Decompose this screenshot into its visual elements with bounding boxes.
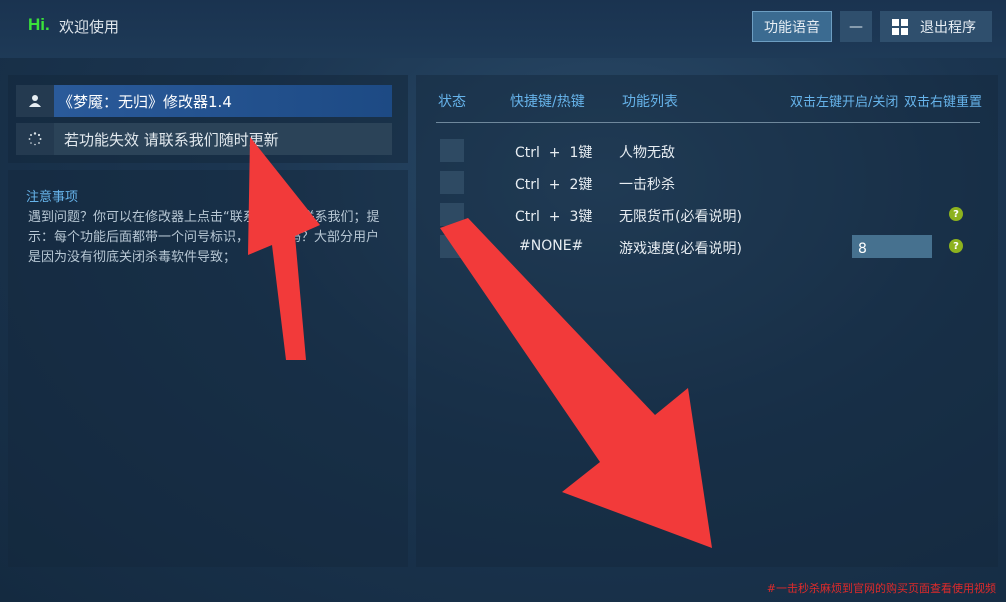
minimize-button[interactable]: —	[840, 11, 872, 42]
welcome-text: 欢迎使用	[59, 18, 120, 36]
exit-button[interactable]: 退出程序	[880, 11, 992, 42]
notes-body: 遇到问题？你可以在修改器上点击“联系客服”来联系我们；提示：每个功能后面都带一个…	[28, 210, 380, 265]
status-column-header: 状态	[438, 94, 466, 110]
notes-title: 注意事项	[26, 190, 79, 205]
hotkey-label: Ctrl + 2键	[515, 177, 593, 193]
hotkey-label: Ctrl + 3键	[515, 209, 593, 225]
toggle-hint: 双击左键开启/关闭	[790, 95, 899, 110]
user-icon	[16, 85, 54, 117]
hotkey-column-header: 快捷键/热键	[510, 94, 585, 110]
exit-button-label: 退出程序	[920, 19, 976, 36]
app-logo: Hi.	[28, 15, 50, 34]
help-icon[interactable]: ?	[949, 239, 963, 253]
feature-label[interactable]: 无限货币(必看说明)	[619, 206, 742, 226]
help-icon[interactable]: ?	[949, 207, 963, 221]
status-toggle[interactable]	[440, 203, 464, 226]
loading-icon	[16, 123, 54, 155]
update-info-item[interactable]: 若功能失效 请联系我们随时更新	[16, 123, 392, 155]
status-toggle[interactable]	[440, 139, 464, 162]
hotkey-label: #NONE#	[519, 238, 584, 254]
feature-label[interactable]: 人物无敌	[619, 142, 675, 162]
windows-icon	[892, 18, 908, 35]
feature-label[interactable]: 一击秒杀	[619, 174, 675, 194]
header-divider	[436, 122, 980, 123]
update-info-label: 若功能失效 请联系我们随时更新	[54, 123, 392, 155]
voice-button[interactable]: 功能语音	[752, 11, 832, 42]
game-speed-input[interactable]	[852, 235, 932, 258]
features-panel	[416, 75, 998, 567]
game-title-item[interactable]: 《梦魇：无归》修改器1.4	[16, 85, 392, 117]
game-title-label: 《梦魇：无归》修改器1.4	[54, 85, 392, 117]
status-toggle[interactable]	[440, 171, 464, 194]
footer-notice: #一击秒杀麻烦到官网的购买页面查看使用视频	[766, 582, 996, 595]
features-column-header: 功能列表	[622, 94, 678, 110]
hotkey-label: Ctrl + 1键	[515, 145, 593, 161]
status-toggle[interactable]	[440, 235, 464, 258]
feature-label[interactable]: 游戏速度(必看说明)	[619, 238, 742, 258]
reset-hint: 双击右键重置	[904, 95, 983, 110]
